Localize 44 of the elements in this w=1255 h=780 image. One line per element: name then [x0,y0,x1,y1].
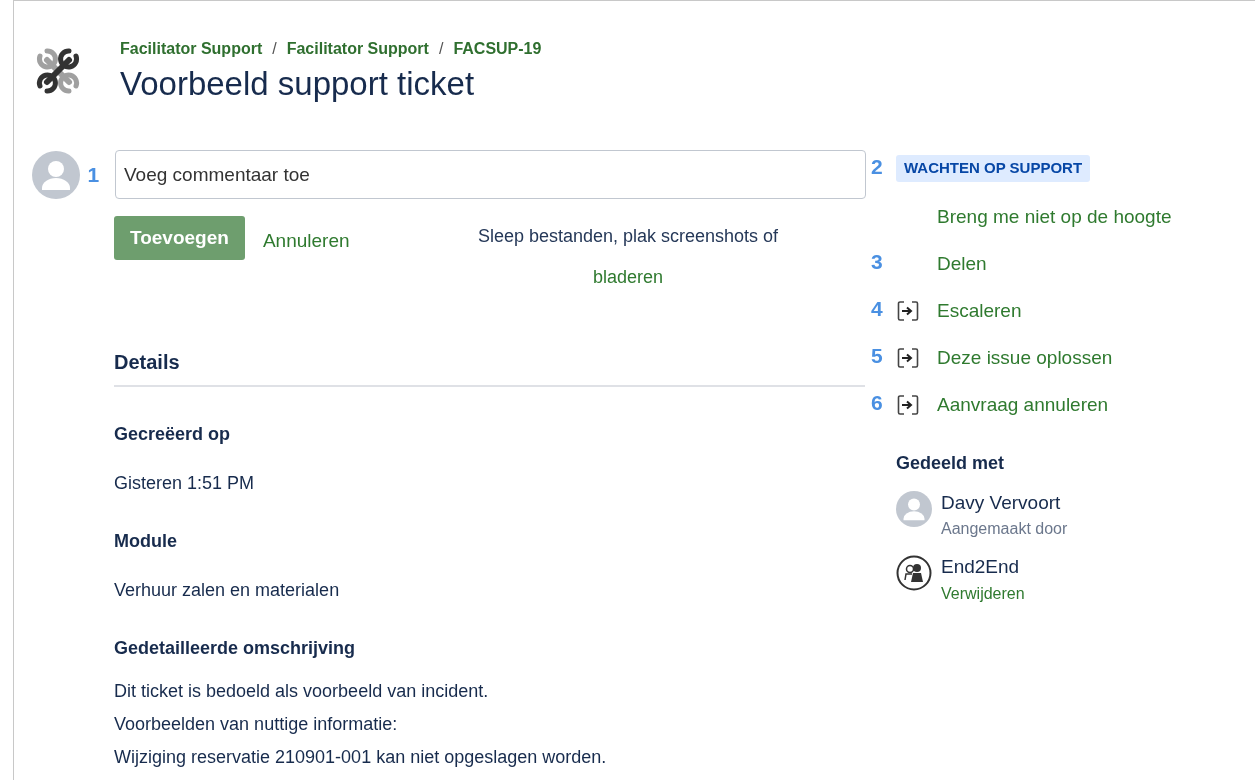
action-link[interactable]: Aanvraag annuleren [937,390,1109,419]
field-label: Gedetailleerde omschrijving [114,637,357,661]
breadcrumb-separator: / [272,39,277,59]
description-line: Dit ticket is bedoeld als voorbeeld van incident. [114,680,490,704]
person-role: Aangemaakt door [941,518,1068,539]
transition-icon [896,392,920,417]
person-name: Davy Vervoort [941,490,1062,515]
page-title: Voorbeeld support ticket [120,64,476,104]
breadcrumb-separator: / [438,39,444,59]
action-link[interactable]: Delen [937,249,987,278]
field-value: Verhuur zalen en materialen [114,579,341,603]
field-label: Module [114,530,178,554]
browse-link[interactable]: bladeren [593,264,664,292]
remove-link[interactable]: Verwijderen [941,582,1025,607]
group-icon [896,554,932,591]
breadcrumb-link[interactable]: FACSUP-19 [453,37,542,61]
step-number: 4 [871,297,883,321]
add-button[interactable]: Toevoegen [114,216,245,261]
step-number: 6 [871,391,883,415]
breadcrumb-link[interactable]: Facilitator Support [286,37,429,61]
cancel-link[interactable]: Annuleren [262,227,350,256]
description-line: Voorbeelden van nuttige informatie: [114,713,399,737]
person-name: End2End [941,554,1021,579]
shared-heading: Gedeeld met [896,451,1006,475]
section-heading: Details [114,350,181,376]
transition-icon [896,298,920,323]
step-number: 5 [871,344,883,368]
step-number: 3 [871,250,883,274]
description-line: Wijziging reservatie 210901-001 kan niet opgeslagen worden. [114,746,608,770]
step-number: 2 [871,155,883,178]
breadcrumb-link[interactable]: Facilitator Support [120,37,263,61]
field-value: Gisteren 1:51 PM [114,472,256,496]
status-badge[interactable]: WACHTEN OP SUPPORT [896,155,1091,182]
comment-field[interactable]: Voeg commentaar toe [115,150,866,200]
tools-icon [34,47,82,95]
action-link[interactable]: Escaleren [937,296,1022,325]
action-link[interactable]: Breng me niet op de hoogte [937,202,1172,231]
transition-icon [896,345,920,370]
user-avatar [896,490,932,527]
step-number: 1 [87,164,101,186]
field-label: Gecreëerd op [114,423,232,447]
action-link[interactable]: Deze issue oplossen [937,343,1113,372]
user-avatar [32,150,80,199]
dropzone-text: Sleep bestanden, plak screenshots of [477,225,779,249]
